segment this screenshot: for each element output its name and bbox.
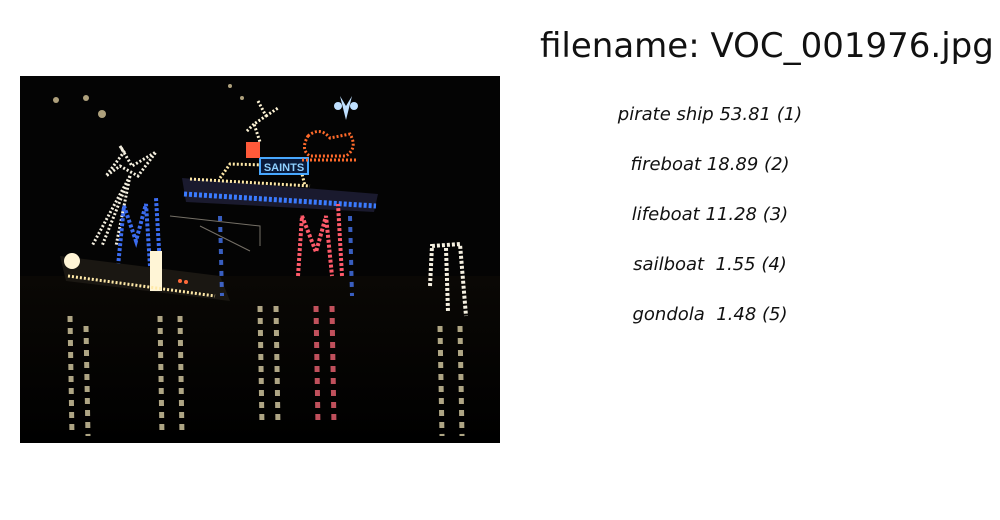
prediction-item: sailboat 1.55 (4) [633,254,787,275]
prediction-item: lifeboat 11.28 (3) [631,204,789,225]
filename-title: filename: VOC_001976.jpg [540,26,994,66]
prediction-list: pirate ship 53.81 (1) fireboat 18.89 (2)… [540,100,880,350]
prediction-item: gondola 1.48 (5) [632,304,788,325]
prediction-item: pirate ship 53.81 (1) [617,104,803,125]
photo: SAINTS [20,76,500,443]
prediction-item: fireboat 18.89 (2) [630,154,790,175]
saints-sign: SAINTS [264,162,304,174]
photo-illustration: SAINTS [20,76,500,443]
